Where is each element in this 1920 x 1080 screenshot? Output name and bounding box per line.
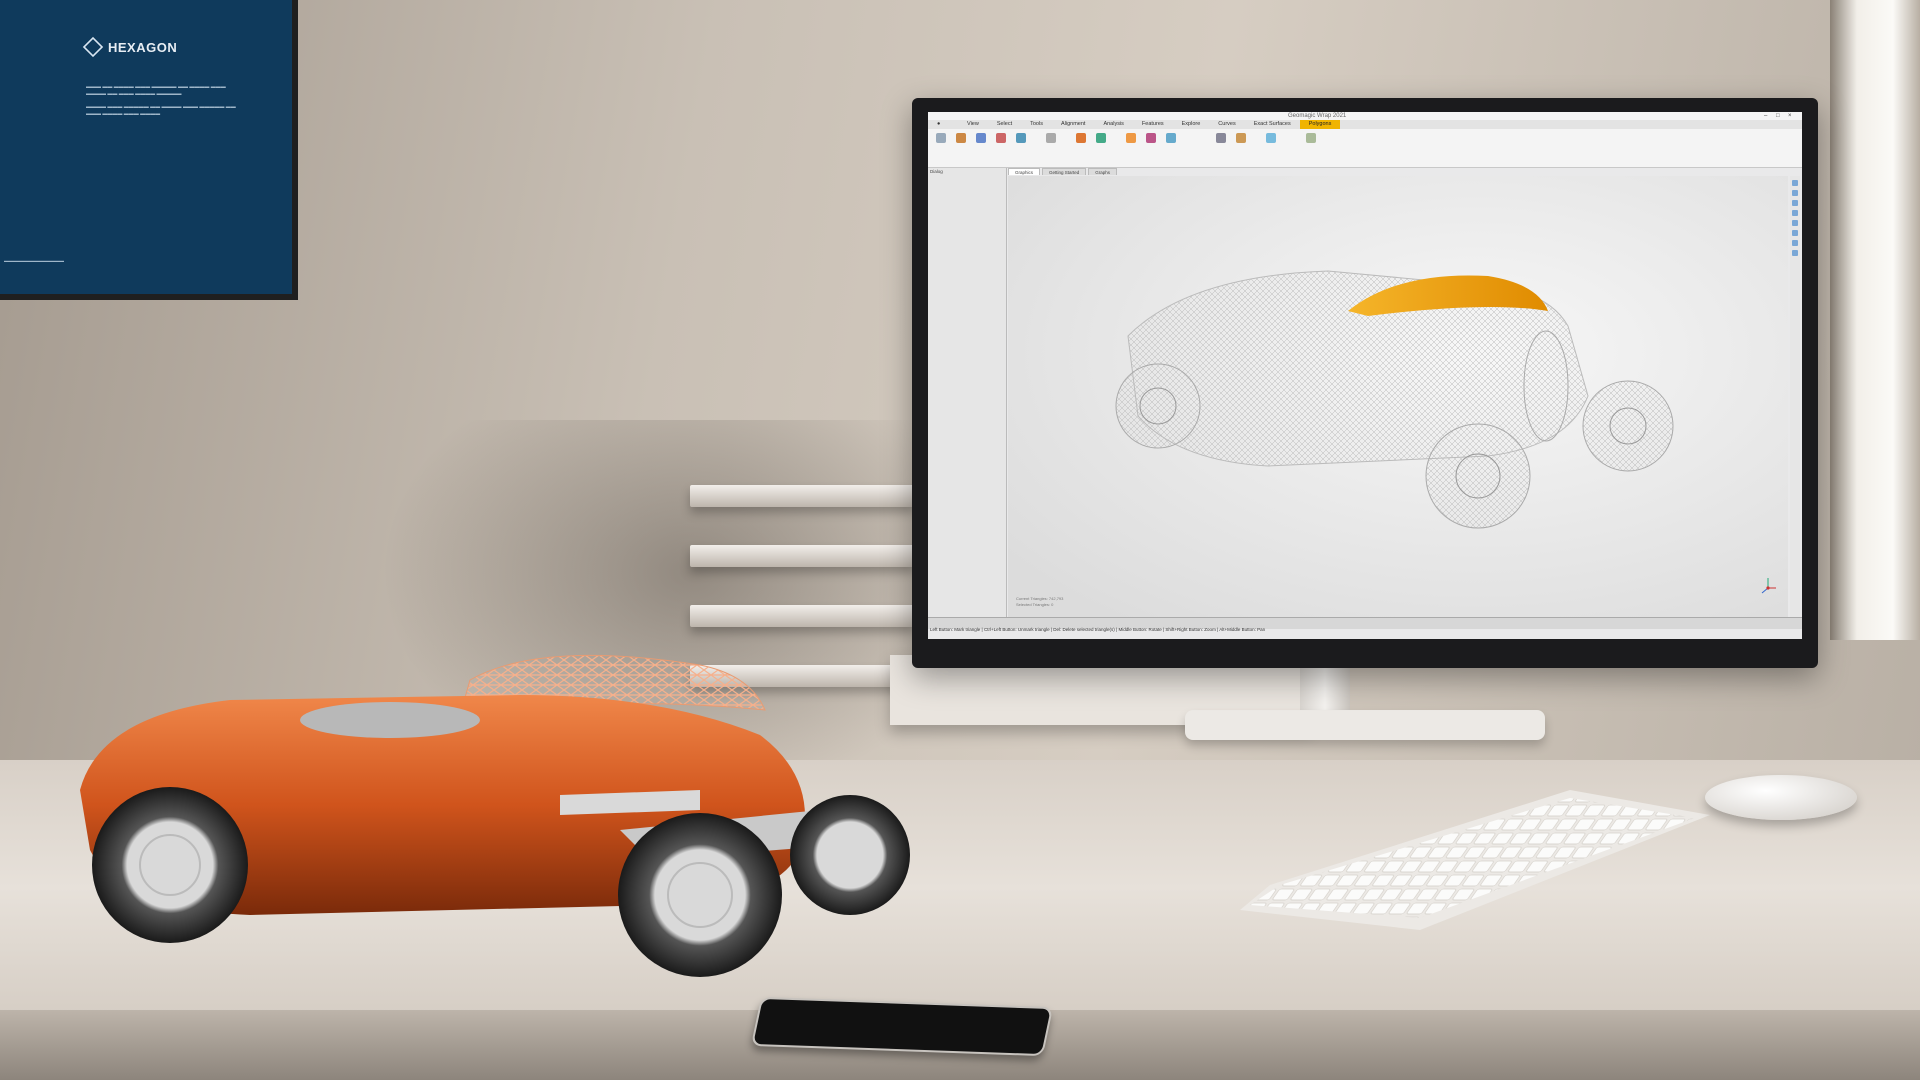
view-tool-icon[interactable] bbox=[1792, 240, 1798, 246]
tab-graphs[interactable]: Graphs bbox=[1088, 168, 1118, 175]
poster-logo: HEXAGON bbox=[82, 36, 178, 58]
ribbon-tool-icon[interactable] bbox=[1166, 133, 1176, 143]
ribbon-tool-icon[interactable] bbox=[1306, 133, 1316, 143]
status-bar: Left Button: Mark triangle | Ctrl+Left B… bbox=[928, 617, 1802, 632]
viewport-info: Current Triangles: 742,793 Selected Tria… bbox=[1016, 596, 1063, 608]
window-frame bbox=[1830, 0, 1920, 640]
mesh-car-model bbox=[1115, 270, 1674, 529]
selected-count: Selected Triangles: 0 bbox=[1016, 602, 1054, 607]
ribbon-tool-icon[interactable] bbox=[956, 133, 966, 143]
poster-brand: HEXAGON bbox=[108, 39, 178, 55]
view-tool-icon[interactable] bbox=[1792, 250, 1798, 256]
monitor: Geomagic Wrap 2021 – □ × ● View Select T… bbox=[912, 98, 1818, 668]
keyboard bbox=[1240, 790, 1710, 930]
ribbon-tabs: ● View Select Tools Alignment Analysis F… bbox=[928, 120, 1802, 129]
view-tool-icon[interactable] bbox=[1792, 210, 1798, 216]
hexagon-logo-icon bbox=[82, 36, 104, 58]
ribbon-tool-icon[interactable] bbox=[936, 133, 946, 143]
ribbon-tool-icon[interactable] bbox=[1266, 133, 1276, 143]
hexagon-poster: HEXAGON ▬▬▬ ▬▬ ▬▬▬▬ ▬▬▬ ▬▬▬▬▬ ▬▬ ▬▬▬▬ ▬▬… bbox=[0, 0, 298, 300]
panel-title: Dialog bbox=[930, 169, 943, 174]
smartphone bbox=[750, 996, 1054, 1057]
menu-polygons[interactable]: Polygons bbox=[1299, 120, 1341, 129]
tab-getting-started[interactable]: Getting Started bbox=[1042, 168, 1087, 175]
ribbon-tool-icon[interactable] bbox=[1046, 133, 1056, 143]
menu-exact-surfaces[interactable]: Exact Surfaces bbox=[1245, 120, 1300, 129]
tray-level bbox=[690, 485, 915, 507]
app-menu-icon[interactable]: ● bbox=[928, 120, 958, 129]
view-tool-icon[interactable] bbox=[1792, 190, 1798, 196]
dialog-panel: Dialog bbox=[928, 168, 1007, 617]
ribbon-tool-icon[interactable] bbox=[976, 133, 986, 143]
scene: HEXAGON ▬▬▬ ▬▬ ▬▬▬▬ ▬▬▬ ▬▬▬▬▬ ▬▬ ▬▬▬▬ ▬▬… bbox=[0, 0, 1920, 1080]
app-title: Geomagic Wrap 2021 bbox=[1288, 113, 1347, 119]
document-tabs: Graphics Getting Started Graphs bbox=[1008, 168, 1118, 175]
ribbon-tool-icon[interactable] bbox=[1076, 133, 1086, 143]
close-icon[interactable]: × bbox=[1788, 112, 1792, 120]
ribbon-tool-icon[interactable] bbox=[1126, 133, 1136, 143]
ribbon-tool-icon[interactable] bbox=[1016, 133, 1026, 143]
menu-explore[interactable]: Explore bbox=[1173, 120, 1210, 129]
mouse bbox=[1705, 775, 1857, 820]
menu-tools[interactable]: Tools bbox=[1021, 120, 1052, 129]
model-car bbox=[80, 654, 910, 977]
view-tool-icon[interactable] bbox=[1792, 200, 1798, 206]
3d-viewport[interactable]: Current Triangles: 742,793 Selected Tria… bbox=[1008, 176, 1788, 617]
ribbon-tool-icon[interactable] bbox=[1146, 133, 1156, 143]
view-toolbar bbox=[1790, 176, 1800, 617]
ribbon-tool-icon[interactable] bbox=[996, 133, 1006, 143]
status-text: Left Button: Mark triangle | Ctrl+Left B… bbox=[930, 627, 1266, 632]
ribbon-toolbar bbox=[928, 129, 1802, 168]
ribbon-tool-icon[interactable] bbox=[1216, 133, 1226, 143]
ribbon-tool-icon[interactable] bbox=[1236, 133, 1246, 143]
ribbon-tool-icon[interactable] bbox=[1096, 133, 1106, 143]
menu-select[interactable]: Select bbox=[988, 120, 1021, 129]
tray-level bbox=[690, 545, 915, 567]
menu-analysis[interactable]: Analysis bbox=[1094, 120, 1132, 129]
monitor-screen: Geomagic Wrap 2021 – □ × ● View Select T… bbox=[928, 112, 1802, 639]
menu-view[interactable]: View bbox=[958, 120, 988, 129]
maximize-icon[interactable]: □ bbox=[1776, 112, 1780, 120]
menu-features[interactable]: Features bbox=[1133, 120, 1173, 129]
axis-triad-icon bbox=[1761, 578, 1776, 594]
tab-graphics[interactable]: Graphics bbox=[1008, 168, 1041, 175]
view-tool-icon[interactable] bbox=[1792, 180, 1798, 186]
tray-level bbox=[690, 605, 915, 627]
poster-footnote: ▬▬▬▬▬▬▬▬▬▬▬▬▬▬▬ bbox=[4, 258, 64, 263]
monitor-stand-base bbox=[1185, 710, 1545, 740]
view-tool-icon[interactable] bbox=[1792, 220, 1798, 226]
minimize-icon[interactable]: – bbox=[1764, 112, 1767, 120]
menu-curves[interactable]: Curves bbox=[1209, 120, 1244, 129]
menu-alignment[interactable]: Alignment bbox=[1052, 120, 1094, 129]
view-tool-icon[interactable] bbox=[1792, 230, 1798, 236]
poster-body-text: ▬▬▬ ▬▬ ▬▬▬▬ ▬▬▬ ▬▬▬▬▬ ▬▬ ▬▬▬▬ ▬▬▬ ▬▬▬▬ ▬… bbox=[86, 84, 236, 117]
